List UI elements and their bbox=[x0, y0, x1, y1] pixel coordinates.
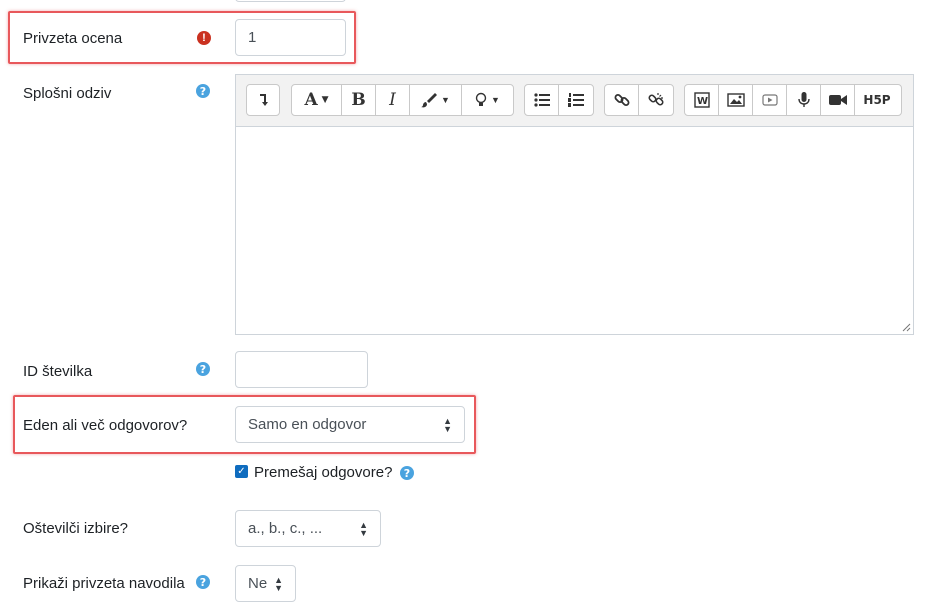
previous-field-edge bbox=[235, 0, 346, 2]
show-instructions-label: Prikaži privzeta navodila bbox=[23, 575, 185, 592]
numbering-label: Oštevilči izbire? bbox=[23, 520, 129, 537]
unlink-button[interactable] bbox=[639, 85, 673, 115]
light-bulb-button[interactable]: ▼ bbox=[462, 85, 513, 115]
link-icon bbox=[614, 94, 629, 106]
up-down-arrow-icon: ▲ ▼ bbox=[443, 415, 452, 434]
show-instructions-select[interactable]: Ne ▲ ▼ bbox=[235, 565, 296, 602]
image-button[interactable] bbox=[719, 85, 753, 115]
chevron-down-icon: ▼ bbox=[491, 95, 500, 105]
single-select[interactable]: Samo en odgovor ▲ ▼ bbox=[235, 406, 465, 443]
light-bulb-icon bbox=[475, 92, 487, 106]
question-icon[interactable]: ? bbox=[196, 575, 210, 589]
toolbar-group-collapse bbox=[246, 84, 280, 116]
media-icon bbox=[761, 94, 778, 106]
record-audio-button[interactable] bbox=[787, 85, 821, 115]
editor-toolbar: A ▼ B I ▼ ▼ W H5P bbox=[236, 75, 913, 127]
unordered-list-button[interactable] bbox=[525, 85, 559, 115]
collapse-icon bbox=[260, 94, 268, 106]
unlink-icon bbox=[648, 93, 664, 106]
italic-button[interactable]: I bbox=[376, 85, 410, 115]
single-select-value: Samo en odgovor bbox=[248, 416, 367, 433]
numbering-select[interactable]: a., b., c., ... ▲ ▼ bbox=[235, 510, 381, 547]
brush-icon bbox=[421, 93, 438, 108]
idnumber-label: ID številka bbox=[23, 363, 93, 380]
question-icon[interactable]: ? bbox=[400, 466, 414, 480]
toolbar-group-format: A ▼ B I ▼ ▼ bbox=[291, 84, 514, 116]
microphone-icon bbox=[797, 92, 810, 107]
record-video-button[interactable] bbox=[821, 85, 855, 115]
bold-label: B bbox=[351, 90, 366, 110]
idnumber-input[interactable] bbox=[235, 351, 368, 388]
feedback-label: Splošni odziv bbox=[23, 85, 112, 102]
font-label: A bbox=[304, 90, 318, 110]
shuffle-label[interactable]: Premešaj odgovore? bbox=[254, 464, 392, 481]
chevron-down-icon: ▼ bbox=[321, 95, 329, 105]
ordered-list-icon bbox=[568, 93, 584, 107]
shuffle-checkbox[interactable]: ✓ bbox=[235, 465, 248, 478]
toolbar-group-links bbox=[604, 84, 674, 116]
chevron-down-icon: ▼ bbox=[441, 95, 450, 105]
exclamation-icon: ! bbox=[197, 31, 211, 45]
svg-text:W: W bbox=[697, 96, 708, 107]
h5p-button[interactable]: H5P bbox=[855, 85, 899, 115]
question-icon[interactable]: ? bbox=[196, 362, 210, 376]
ordered-list-button[interactable] bbox=[559, 85, 593, 115]
brush-button[interactable]: ▼ bbox=[410, 85, 462, 115]
font-button[interactable]: A ▼ bbox=[292, 85, 342, 115]
link-button[interactable] bbox=[605, 85, 639, 115]
general-feedback-editor[interactable]: A ▼ B I ▼ ▼ W H5P bbox=[235, 74, 914, 335]
up-down-arrow-icon: ▲ ▼ bbox=[359, 519, 368, 538]
toolbar-group-lists bbox=[524, 84, 594, 116]
resize-handle-icon[interactable] bbox=[902, 323, 911, 332]
word-button[interactable]: W bbox=[685, 85, 719, 115]
media-button[interactable] bbox=[753, 85, 787, 115]
video-camera-icon bbox=[828, 95, 847, 105]
show-instructions-value: Ne bbox=[248, 575, 268, 592]
bold-button[interactable]: B bbox=[342, 85, 376, 115]
h5p-label: H5P bbox=[863, 93, 891, 107]
collapse-button[interactable] bbox=[247, 85, 279, 115]
numbering-select-value: a., b., c., ... bbox=[248, 520, 323, 537]
unordered-list-icon bbox=[533, 93, 550, 107]
grade-input[interactable]: 1 bbox=[235, 19, 346, 56]
toolbar-group-media: W H5P bbox=[684, 84, 902, 116]
word-icon: W bbox=[693, 92, 710, 108]
italic-label: I bbox=[389, 90, 396, 110]
grade-label: Privzeta ocena bbox=[23, 30, 123, 47]
image-icon bbox=[726, 93, 745, 107]
single-label: Eden ali več odgovorov? bbox=[23, 417, 188, 434]
question-icon[interactable]: ? bbox=[196, 84, 210, 98]
up-down-arrow-icon: ▲ ▼ bbox=[274, 574, 283, 593]
